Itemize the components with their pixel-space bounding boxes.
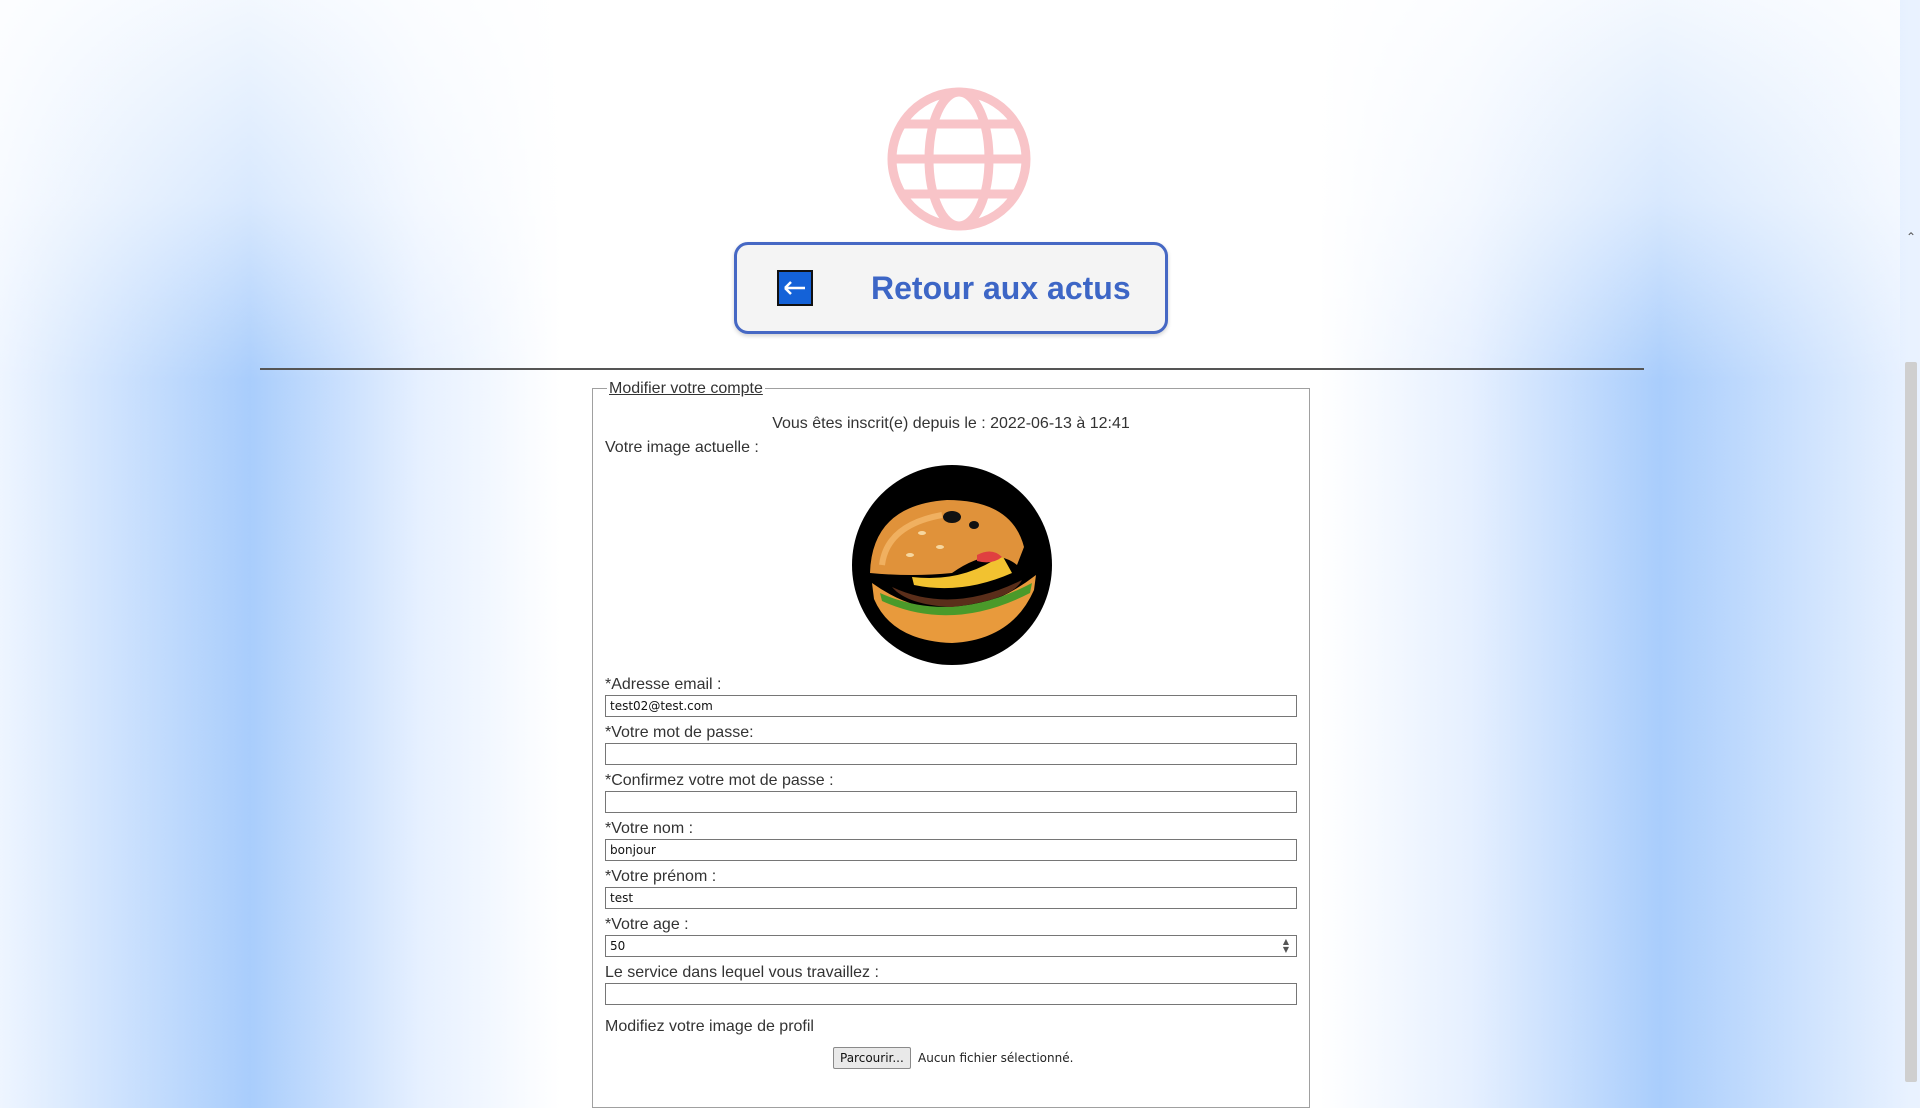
- firstname-field[interactable]: test: [605, 887, 1297, 909]
- email-field[interactable]: test02@test.com: [605, 695, 1297, 717]
- email-label: *Adresse email :: [605, 676, 722, 693]
- age-stepper[interactable]: 50 ▲ ▼: [605, 935, 1297, 957]
- lastname-field[interactable]: bonjour: [605, 839, 1297, 861]
- stepper-arrows-icon[interactable]: ▲ ▼: [1280, 938, 1292, 954]
- burger-icon: [870, 500, 1036, 643]
- change-image-label: Modifiez votre image de profil: [605, 1018, 814, 1035]
- service-field[interactable]: [605, 983, 1297, 1005]
- divider: [260, 368, 1644, 370]
- browse-button[interactable]: Parcourir...: [833, 1047, 911, 1069]
- profile-avatar: [852, 465, 1052, 665]
- scroll-thumb[interactable]: [1905, 362, 1917, 1082]
- confirm-password-label: *Confirmez votre mot de passe :: [605, 772, 834, 789]
- service-label: Le service dans lequel vous travaillez :: [605, 964, 879, 981]
- account-form: Modifier votre compte Vous êtes inscrit(…: [592, 380, 1310, 1108]
- confirm-password-field[interactable]: [605, 791, 1297, 813]
- password-label: *Votre mot de passe:: [605, 724, 754, 741]
- arrow-left-icon: [777, 270, 813, 306]
- registration-date: Vous êtes inscrit(e) depuis le : 2022-06…: [772, 415, 1130, 432]
- back-button-label: Retour aux actus: [871, 269, 1131, 306]
- form-legend: Modifier votre compte: [607, 380, 765, 398]
- password-field[interactable]: [605, 743, 1297, 765]
- scrollbar[interactable]: ⌃: [1902, 226, 1920, 1082]
- back-to-news-button[interactable]: Retour aux actus: [734, 242, 1168, 334]
- no-file-text: Aucun fichier sélectionné.: [918, 1051, 1074, 1065]
- firstname-label: *Votre prénom :: [605, 868, 717, 885]
- globe-icon: [886, 86, 1032, 232]
- age-label: *Votre age :: [605, 916, 689, 933]
- age-value: 50: [610, 939, 626, 953]
- lastname-label: *Votre nom :: [605, 820, 694, 837]
- current-image-label: Votre image actuelle :: [605, 439, 759, 456]
- scroll-up-icon[interactable]: ⌃: [1902, 230, 1920, 244]
